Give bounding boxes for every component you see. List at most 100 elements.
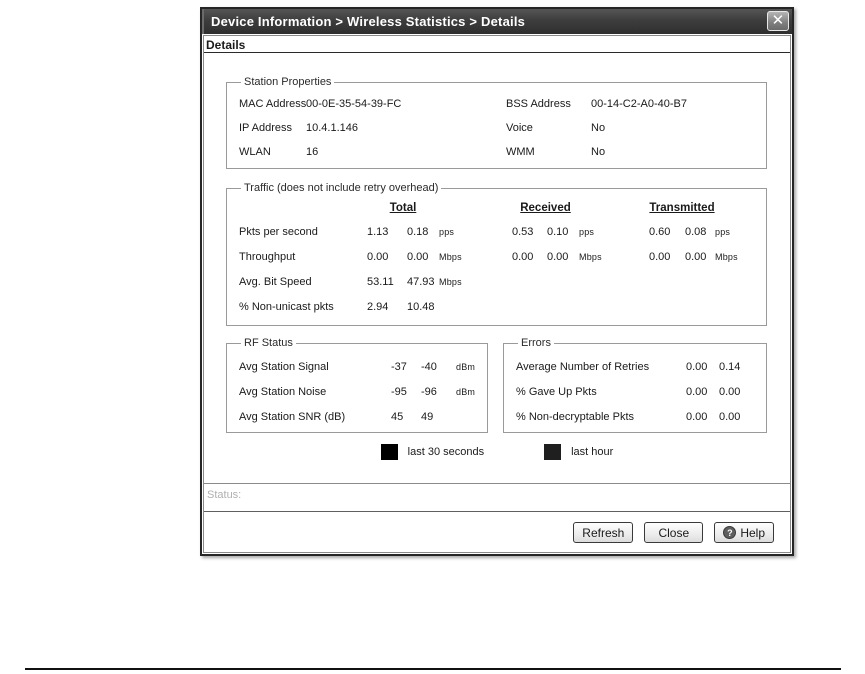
traffic-col-total: Total (389, 202, 417, 214)
field-label: BSS Address (506, 98, 571, 110)
traffic-value: 0.00 (547, 251, 569, 263)
time-legend: last 30 seconds last hour (204, 442, 790, 462)
errors-value: 0.00 (686, 386, 708, 398)
errors-row-label: Average Number of Retries (516, 361, 650, 373)
traffic-value: 0.00 (367, 251, 389, 263)
traffic-row: Throughput 0.00 0.00 Mbps 0.00 0.00 Mbps… (239, 251, 766, 276)
dialog-title: Device Information > Wireless Statistics… (211, 14, 526, 29)
traffic-value: 0.00 (649, 251, 671, 263)
rf-row-label: Avg Station Noise (239, 386, 327, 398)
traffic-value: 0.53 (512, 226, 534, 238)
traffic-value: 0.08 (685, 226, 707, 238)
traffic-row-label: Pkts per second (239, 226, 318, 238)
traffic-row: Avg. Bit Speed 53.11 47.93 Mbps (239, 276, 766, 301)
traffic-value: 0.00 (685, 251, 707, 263)
rf-value: -95 (391, 386, 407, 398)
dialog-titlebar[interactable]: Device Information > Wireless Statistics… (202, 9, 792, 34)
traffic-header-row: Total Received Transmitted (239, 202, 766, 226)
traffic-value: 0.18 (407, 226, 429, 238)
errors-row: % Non-decryptable Pkts 0.00 0.00 (516, 411, 766, 436)
rf-value: 45 (391, 411, 404, 423)
field-value: 00-0E-35-54-39-FC (306, 98, 402, 110)
field-label: Voice (506, 122, 533, 134)
field-value: No (591, 122, 606, 134)
rf-unit: dBm (456, 362, 476, 372)
rf-value: -40 (421, 361, 437, 373)
rf-row-label: Avg Station Signal (239, 361, 329, 373)
traffic-row: % Non-unicast pkts 2.94 10.48 (239, 301, 766, 326)
errors-value: 0.00 (719, 386, 741, 398)
traffic-value: 0.00 (512, 251, 534, 263)
errors-value: 0.00 (686, 411, 708, 423)
rf-unit: dBm (456, 387, 476, 397)
close-dialog-button[interactable]: Close (644, 522, 704, 543)
page-bottom-rule (25, 668, 841, 670)
traffic-unit: pps (715, 227, 731, 237)
field-label: MAC Address (239, 98, 307, 110)
traffic-value: 47.93 (407, 276, 435, 288)
traffic-unit: Mbps (715, 252, 738, 262)
refresh-button[interactable]: Refresh (573, 522, 634, 543)
errors-legend: Errors (521, 337, 551, 349)
rf-status-legend: RF Status (244, 337, 293, 349)
rf-row-label: Avg Station SNR (dB) (239, 411, 346, 423)
traffic-value: 53.11 (367, 276, 394, 288)
legend-item-last-30-seconds: last 30 seconds (380, 444, 485, 460)
rf-value: -96 (421, 386, 437, 398)
help-button[interactable]: ? Help (714, 522, 774, 543)
errors-row-label: % Non-decryptable Pkts (516, 411, 634, 423)
field-value: No (591, 146, 606, 158)
traffic-col-transmitted: Transmitted (649, 202, 715, 214)
legend-label: last 30 seconds (407, 446, 485, 458)
status-label: Status: (207, 489, 242, 501)
rf-status-group: RF Status Avg Station Signal -37 -40 dBm… (226, 337, 488, 433)
traffic-value: 2.94 (367, 301, 389, 313)
errors-value: 0.14 (719, 361, 741, 373)
close-icon: ✕ (771, 12, 785, 29)
rf-row: Avg Station SNR (dB) 45 49 (239, 411, 487, 436)
field-label: WLAN (239, 146, 271, 158)
close-button[interactable]: ✕ (767, 11, 789, 31)
field-value: 16 (306, 146, 319, 158)
help-question-icon: ? (723, 526, 737, 539)
field-value: 00-14-C2-A0-40-B7 (591, 98, 687, 110)
field-value: 10.4.1.146 (306, 122, 358, 134)
traffic-unit: pps (439, 227, 455, 237)
traffic-legend: Traffic (does not include retry overhead… (244, 182, 439, 194)
traffic-row-label: Throughput (239, 251, 296, 263)
station-properties-legend: Station Properties (244, 76, 332, 88)
traffic-value: 0.60 (649, 226, 671, 238)
refresh-button-label: Refresh (582, 525, 625, 540)
traffic-unit: pps (579, 227, 595, 237)
traffic-value: 0.10 (547, 226, 569, 238)
errors-row: % Gave Up Pkts 0.00 0.00 (516, 386, 766, 411)
traffic-row: Pkts per second 1.13 0.18 pps 0.53 0.10 … (239, 226, 766, 251)
rf-value: 49 (421, 411, 434, 423)
traffic-col-received: Received (520, 202, 571, 214)
errors-row-label: % Gave Up Pkts (516, 386, 597, 398)
errors-row: Average Number of Retries 0.00 0.14 (516, 361, 766, 386)
field-label: WMM (506, 146, 535, 158)
station-properties-group: Station Properties MAC Address 00-0E-35-… (226, 76, 767, 169)
dialog-body: Details Station Properties MAC Address 0… (203, 35, 791, 553)
traffic-value: 1.13 (367, 226, 389, 238)
traffic-row-label: Avg. Bit Speed (239, 276, 312, 288)
help-button-label: Help (740, 525, 765, 540)
last-30-seconds-swatch (380, 444, 398, 460)
errors-value: 0.00 (686, 361, 708, 373)
traffic-unit: Mbps (579, 252, 602, 262)
field-label: IP Address (239, 122, 292, 134)
rf-row: Avg Station Noise -95 -96 dBm (239, 386, 487, 411)
dialog-button-bar: Refresh Close ? Help (204, 513, 790, 552)
legend-label: last hour (571, 446, 614, 458)
traffic-row-label: % Non-unicast pkts (239, 301, 334, 313)
section-header: Details (204, 36, 790, 53)
legend-item-last-hour: last hour (544, 444, 613, 460)
status-bar: Status: (204, 483, 790, 512)
rf-row: Avg Station Signal -37 -40 dBm (239, 361, 487, 386)
rf-value: -37 (391, 361, 407, 373)
errors-group: Errors Average Number of Retries 0.00 0.… (503, 337, 767, 433)
wireless-statistics-details-dialog: Device Information > Wireless Statistics… (200, 7, 794, 556)
traffic-group: Traffic (does not include retry overhead… (226, 182, 767, 326)
traffic-value: 10.48 (407, 301, 435, 313)
